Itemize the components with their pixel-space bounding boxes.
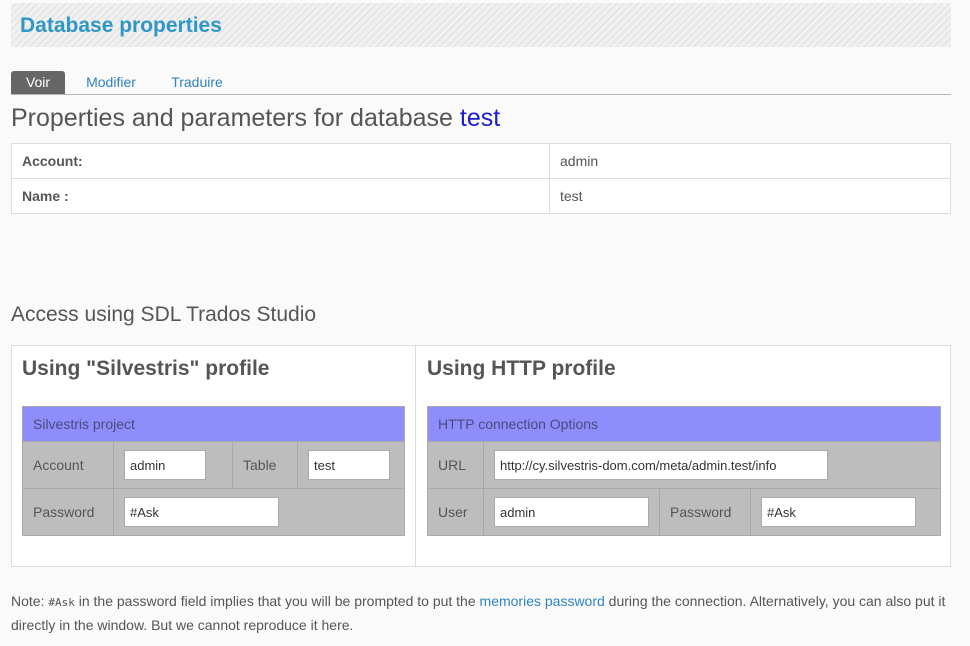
tab-traduire[interactable]: Traduire xyxy=(162,71,232,94)
tab-bar: Voir Modifier Traduire xyxy=(11,71,951,95)
tab-voir[interactable]: Voir xyxy=(11,71,65,94)
table-row: Name : test xyxy=(11,178,951,214)
silvestris-password-input[interactable] xyxy=(124,497,279,527)
property-key: Account: xyxy=(11,143,550,179)
user-input[interactable] xyxy=(494,497,649,527)
silvestris-project-table: Silvestris project Account Table Passwor… xyxy=(22,406,405,536)
access-panels: Using "Silvestris" profile Silvestris pr… xyxy=(11,345,951,567)
page-title: Database properties xyxy=(20,14,222,37)
note-middle: in the password field implies that you w… xyxy=(74,593,480,609)
table-label: Table xyxy=(232,441,298,489)
property-value: admin xyxy=(549,143,951,179)
properties-heading: Properties and parameters for database t… xyxy=(11,104,500,133)
note-code: #Ask xyxy=(48,596,75,609)
memories-password-link[interactable]: memories password xyxy=(480,593,605,609)
user-label: User xyxy=(427,488,484,536)
silvestris-profile-title: Using "Silvestris" profile xyxy=(22,357,270,380)
http-options-table: HTTP connection Options URL User Passwor… xyxy=(427,406,941,536)
property-key: Name : xyxy=(11,178,550,214)
http-password-input[interactable] xyxy=(761,497,916,527)
password-note: Note: #Ask in the password field implies… xyxy=(11,590,956,637)
panel-divider xyxy=(415,346,416,566)
password-label: Password xyxy=(22,488,114,536)
database-name: test xyxy=(459,104,501,132)
properties-table: Account: admin Name : test xyxy=(11,143,951,214)
url-label: URL xyxy=(427,441,484,489)
access-heading: Access using SDL Trados Studio xyxy=(11,303,317,326)
table-input[interactable] xyxy=(308,450,390,480)
table-row: Account: admin xyxy=(11,143,951,179)
account-input[interactable] xyxy=(124,450,206,480)
http-options-header: HTTP connection Options xyxy=(427,406,941,442)
url-input[interactable] xyxy=(494,450,828,480)
http-profile-title: Using HTTP profile xyxy=(427,357,616,380)
silvestris-project-header: Silvestris project xyxy=(22,406,405,442)
property-value: test xyxy=(549,178,951,214)
note-prefix: Note: xyxy=(11,593,49,609)
tab-modifier[interactable]: Modifier xyxy=(78,71,144,94)
account-label: Account xyxy=(22,441,114,489)
http-password-label: Password xyxy=(659,488,751,536)
page-title-bar: Database properties xyxy=(11,3,951,47)
heading-prefix: Properties and parameters for database xyxy=(11,104,460,132)
